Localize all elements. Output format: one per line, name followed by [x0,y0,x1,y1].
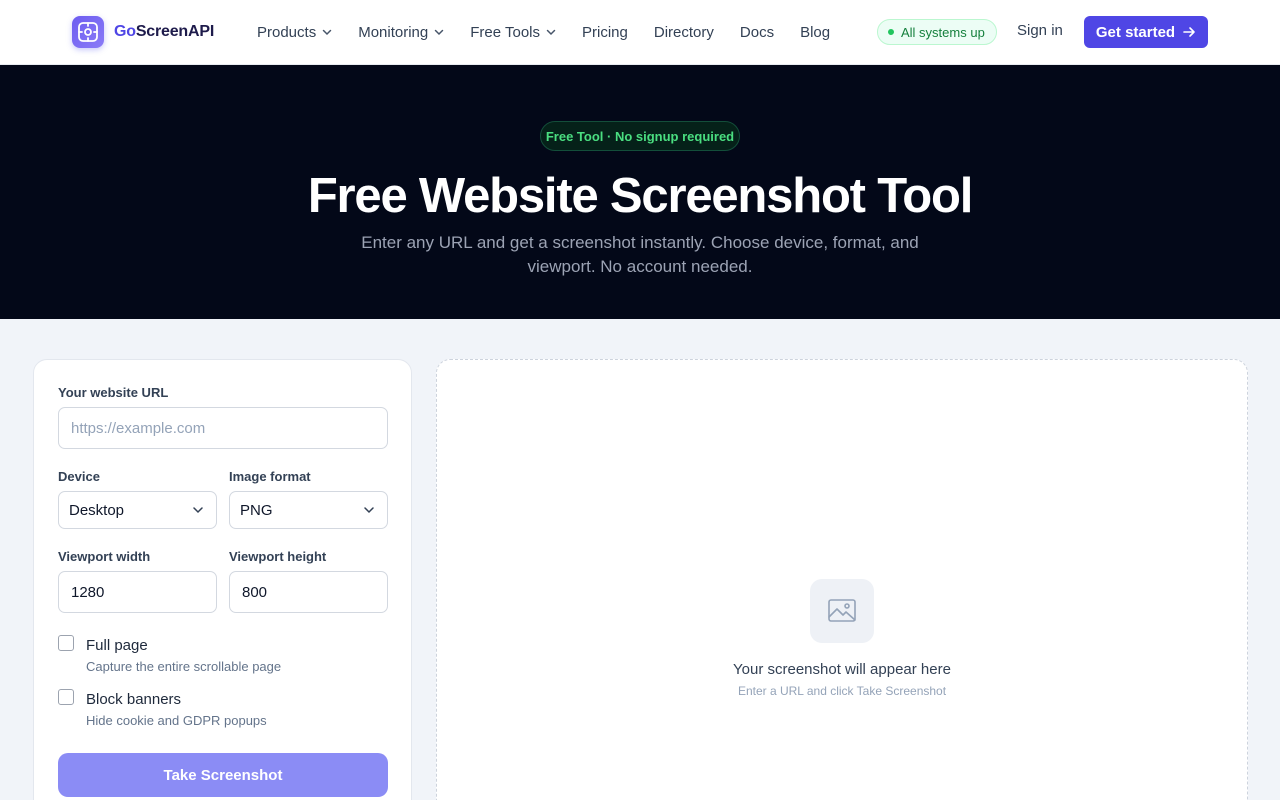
take-screenshot-button[interactable]: Take Screenshot [58,753,388,797]
image-placeholder-icon [810,579,874,643]
nav-item-docs[interactable]: Docs [740,24,774,41]
url-label: Your website URL [58,385,169,400]
viewport-width-input[interactable]: 1280 [58,571,217,613]
format-select[interactable]: PNG [229,491,388,529]
screenshot-form-card: Your website URL https://example.com Dev… [33,359,412,800]
main-menu: Products Monitoring Free Tools Pricing D… [257,0,856,64]
screenshot-preview-area: Your screenshot will appear here Enter a… [436,359,1248,800]
nav-item-label: Monitoring [358,23,429,41]
preview-empty-subtitle: Enter a URL and click Take Screenshot [737,684,947,698]
brand-logo-icon [72,16,104,48]
hero-subtitle: Enter any URL and get a screenshot insta… [361,233,919,276]
nav-item-label: Free Tools [470,23,541,41]
format-value: PNG [240,501,273,519]
get-started-button[interactable]: Get started [1084,16,1208,48]
format-label: Image format [229,469,311,484]
device-value: Desktop [69,501,125,519]
hero-section: Free Tool · No signup required Free Webs… [0,65,1280,319]
preview-empty-title: Your screenshot will appear here [733,661,951,678]
viewport-height-input[interactable]: 800 [229,571,388,613]
top-navbar: GoScreenAPI Products Monitoring Free Too… [0,0,1280,65]
chevron-down-icon [546,29,556,36]
full-page-checkbox[interactable] [58,635,74,651]
chevron-down-icon [435,29,444,36]
block-banners-description: Hide cookie and GDPR popups [86,713,267,728]
status-label: All systems up [901,24,985,40]
nav-item-directory[interactable]: Directory [654,24,714,41]
chevron-down-icon [193,507,203,514]
block-banners-title: Block banners [86,691,182,708]
chevron-down-icon [364,507,374,514]
nav-item-label: Blog [800,23,831,41]
nav-item-pricing[interactable]: Pricing [582,24,628,41]
status-dot-icon [888,29,894,35]
system-status-badge[interactable]: All systems up [877,19,997,45]
viewport-height-label: Viewport height [229,549,327,564]
get-started-label: Get started [1095,23,1176,41]
chevron-down-icon [322,29,332,36]
nav-item-blog[interactable]: Blog [800,24,830,41]
nav-item-products[interactable]: Products [257,24,332,41]
nav-item-monitoring[interactable]: Monitoring [358,24,444,41]
brand-name: GoScreenAPI [114,23,215,40]
sign-in-link[interactable]: Sign in [1017,22,1063,39]
device-select[interactable]: Desktop [58,491,217,529]
nav-item-label: Directory [653,23,714,41]
arrow-right-icon [1183,27,1195,37]
page-title: Free Website Screenshot Tool [307,169,974,223]
hero-badge: Free Tool · No signup required [540,121,740,151]
nav-item-label: Docs [739,23,775,41]
nav-item-label: Products [257,23,317,41]
nav-item-free-tools[interactable]: Free Tools [470,24,556,41]
viewport-width-label: Viewport width [58,549,151,564]
device-label: Device [58,469,100,484]
brand-logo[interactable]: GoScreenAPI [72,16,214,48]
block-banners-checkbox[interactable] [58,689,74,705]
nav-item-label: Pricing [582,23,628,41]
url-input[interactable]: https://example.com [58,407,388,449]
full-page-description: Capture the entire scrollable page [86,659,282,674]
full-page-title: Full page [86,637,148,654]
